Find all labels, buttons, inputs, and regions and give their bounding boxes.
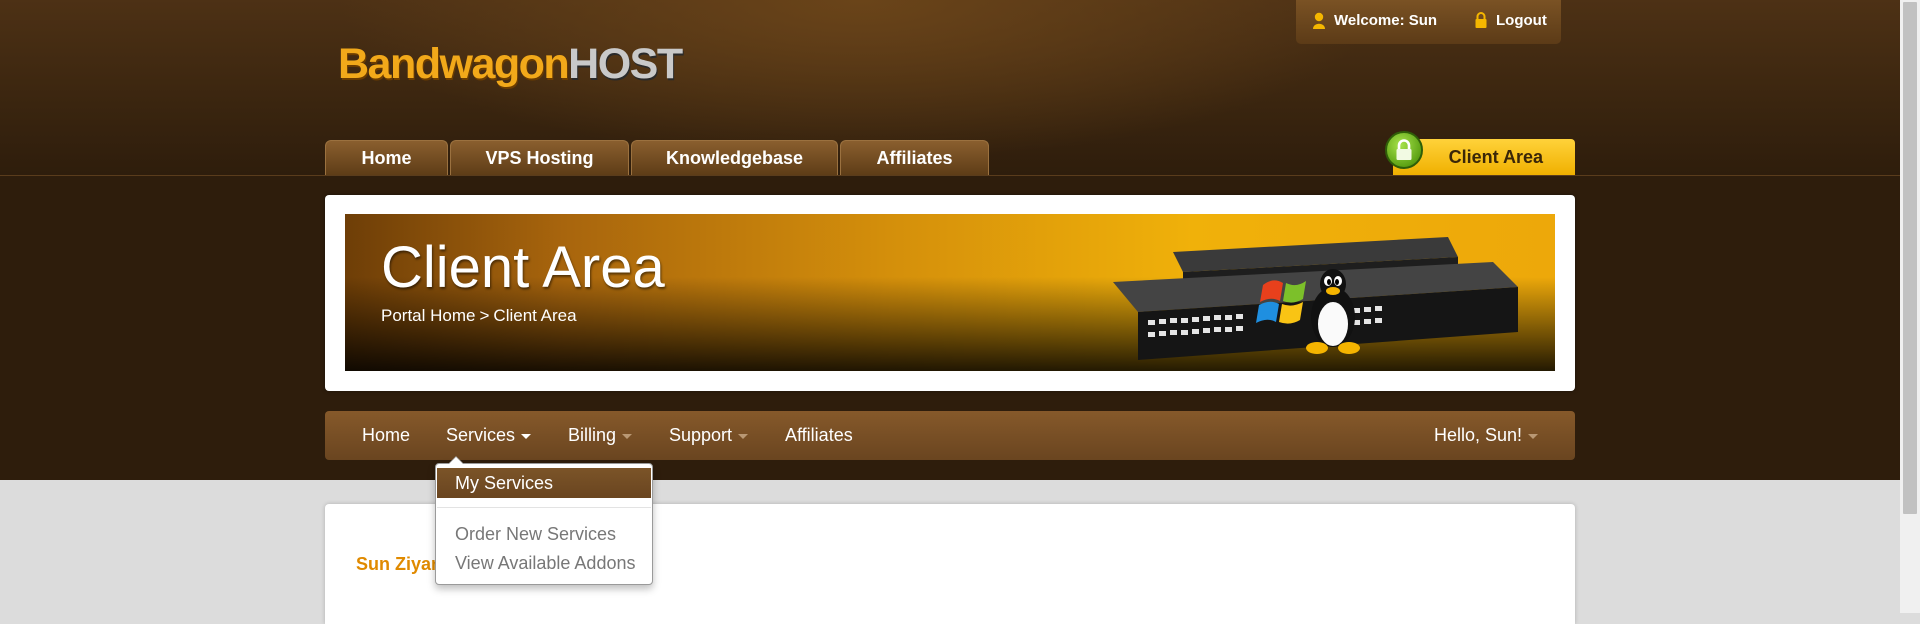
nav-user-label: Hello, Sun! <box>1434 425 1523 445</box>
chevron-down-icon <box>521 434 532 439</box>
nav-billing-label: Billing <box>568 425 617 445</box>
nav-home[interactable]: Home <box>362 425 410 446</box>
services-dropdown: My Services Order New Services View Avai… <box>435 456 653 585</box>
top-tab-knowledgebase[interactable]: Knowledgebase <box>631 140 838 175</box>
dropdown-item-order-new-services[interactable]: Order New Services <box>455 524 616 545</box>
nav-services[interactable]: Services <box>446 425 532 446</box>
page-scrollbar[interactable] <box>1900 0 1920 613</box>
network-switches-illustration <box>1113 237 1518 360</box>
logout-text: Logout <box>1496 12 1547 29</box>
user-icon <box>1313 12 1325 29</box>
page-title: Client Area <box>381 235 665 300</box>
nav-support-label: Support <box>669 425 733 445</box>
scrollbar-thumb[interactable] <box>1903 2 1917 514</box>
nav-billing[interactable]: Billing <box>568 425 633 446</box>
client-area-lock-icon <box>1385 131 1423 169</box>
dropdown-item-view-available-addons[interactable]: View Available Addons <box>455 553 635 574</box>
welcome-text: Welcome: Sun <box>1334 12 1438 29</box>
breadcrumb-current: Client Area <box>493 306 577 325</box>
client-navbar: Home Services Billing Support Affiliates… <box>325 411 1575 460</box>
breadcrumb-portal-home[interactable]: Portal Home <box>381 306 475 326</box>
logo-part-2: HOST <box>568 40 683 88</box>
breadcrumb: Portal Home > Client Area <box>381 306 577 326</box>
chevron-down-icon <box>1528 434 1539 439</box>
nav-services-label: Services <box>446 425 516 445</box>
nav-home-label: Home <box>362 425 411 445</box>
lock-icon <box>1475 12 1487 28</box>
user-box: Welcome: Sun Logout <box>1296 0 1561 44</box>
nav-support[interactable]: Support <box>669 425 749 446</box>
chevron-down-icon <box>622 434 633 439</box>
nav-affiliates[interactable]: Affiliates <box>785 425 853 446</box>
dropdown-divider <box>437 507 651 508</box>
top-tab-vps-hosting[interactable]: VPS Hosting <box>450 140 629 175</box>
welcome-link[interactable]: Welcome: Sun <box>1312 12 1437 29</box>
dropdown-item-my-services[interactable]: My Services <box>437 468 651 498</box>
top-tab-affiliates[interactable]: Affiliates <box>840 140 989 175</box>
chevron-down-icon <box>738 434 749 439</box>
logout-link[interactable]: Logout <box>1474 12 1547 29</box>
nav-affiliates-label: Affiliates <box>785 425 853 445</box>
breadcrumb-separator: > <box>479 306 490 325</box>
client-area-banner: Client Area Portal Home > Client Area <box>345 214 1555 371</box>
nav-user-menu[interactable]: Hello, Sun! <box>1434 425 1539 446</box>
top-tab-home[interactable]: Home <box>325 140 448 175</box>
client-name: Sun Ziyan <box>356 554 443 574</box>
bandwagonhost-logo[interactable]: BandwagonHOST <box>338 40 683 89</box>
logo-part-1: Bandwagon <box>338 40 570 88</box>
